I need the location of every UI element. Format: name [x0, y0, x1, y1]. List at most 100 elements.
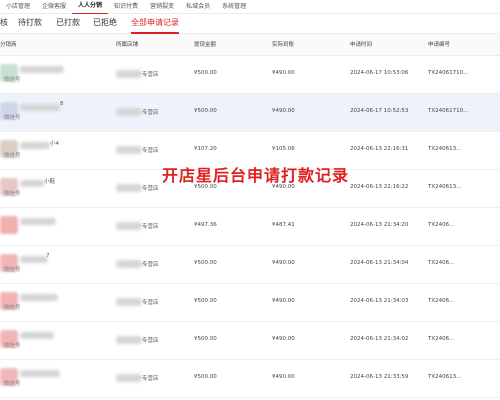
withdraw-amount: ¥107.20: [194, 146, 217, 152]
apply-time: 2024-06-17 10:52:53: [350, 108, 409, 114]
shop-name-suffix: 专营店: [142, 148, 159, 154]
table-header: 分销商 所属店铺 提现金额 实际到账 申请时间 申请编号: [0, 34, 500, 56]
tab-pending-review[interactable]: 核: [0, 14, 8, 32]
actual-received: ¥490.00: [272, 260, 295, 266]
withdraw-amount: ¥497.36: [194, 222, 217, 228]
actual-received: ¥490.00: [272, 70, 295, 76]
distributor-wechat-label: 微信号: [4, 115, 21, 121]
table-row[interactable]: 7 微信号 专营店 ¥500.00 ¥490.00 2024-06-13 21:34:04…: [0, 246, 500, 284]
distributor-wechat-label: 微信号: [4, 381, 21, 387]
column-header-apply-time: 申请时间: [350, 42, 373, 48]
withdraw-amount: ¥500.00: [194, 298, 217, 304]
apply-time: 2024-06-13 21:34:02: [350, 336, 409, 342]
shop-name-redacted: [116, 184, 142, 192]
apply-number: TX240613...: [428, 146, 462, 152]
column-header-apply-number: 申请编号: [428, 42, 451, 48]
withdraw-amount: ¥500.00: [194, 260, 217, 266]
distributor-name-redacted: [20, 218, 56, 225]
distributor-name-suffix: 小4: [50, 141, 59, 147]
nav-item-distribution[interactable]: 人人分销: [72, 0, 109, 15]
table-row[interactable]: 8 微信号 专营店 ¥500.00 ¥490.00 2024-06-17 10:52:53…: [0, 94, 500, 132]
distributor-name-redacted: [20, 180, 44, 187]
actual-received: ¥490.00: [272, 336, 295, 342]
shop-name-suffix: 专营店: [142, 72, 159, 78]
distributor-name-suffix: 7: [46, 253, 50, 259]
actual-received: ¥490.00: [272, 108, 295, 114]
shop-name-redacted: [116, 298, 142, 306]
actual-received: ¥490.00: [272, 374, 295, 380]
nav-item-paid-knowledge[interactable]: 知识付费: [108, 0, 144, 14]
apply-time: 2024-06-17 10:53:06: [350, 70, 409, 76]
distributor-name-redacted: [20, 370, 60, 377]
shop-name-redacted: [116, 146, 142, 154]
nav-item-system-settings[interactable]: 系统管理: [216, 0, 252, 14]
table-row[interactable]: 微信号 专营店 ¥500.00 ¥490.00 2024-06-13 21:33:59 T…: [0, 360, 500, 398]
column-header-actual-received: 实际到账: [272, 42, 295, 48]
shop-name-redacted: [116, 336, 142, 344]
table-row[interactable]: 微信号 专营店 ¥500.00 ¥490.00 2024-06-13 21:34:03 T…: [0, 284, 500, 322]
tab-rejected[interactable]: 已拒绝: [93, 14, 117, 32]
withdraw-amount: ¥500.00: [194, 70, 217, 76]
table-row[interactable]: 微信号 专营店 ¥500.00 ¥490.00 2024-06-13 21:34:02 T…: [0, 322, 500, 360]
apply-number: TX24061710...: [428, 108, 469, 114]
actual-received: ¥490.00: [272, 298, 295, 304]
withdrawal-records-table: 分销商 所属店铺 提现金额 实际到账 申请时间 申请编号 微信号 专营店 ¥500.…: [0, 34, 500, 400]
shop-name-suffix: 专营店: [142, 376, 159, 382]
apply-number: TX240613...: [428, 374, 462, 380]
shop-name-redacted: [116, 222, 142, 230]
nav-item-shop-management[interactable]: 小店管理: [0, 0, 36, 14]
tab-paid[interactable]: 已打款: [56, 14, 80, 32]
distributor-wechat-label: 微信号: [4, 153, 21, 159]
distributor-wechat-label: 微信号: [4, 343, 21, 349]
nav-item-marketing[interactable]: 营销裂变: [144, 0, 180, 14]
apply-number: TX2406...: [428, 260, 455, 266]
distributor-name-redacted: [20, 332, 54, 339]
column-header-shop: 所属店铺: [116, 42, 139, 48]
watermark-caption: 开店星后台申请打款记录: [162, 166, 350, 185]
withdrawal-status-tabs: 核 待打款 已打款 已拒绝 全部申请记录: [0, 14, 500, 34]
avatar: [0, 216, 18, 234]
apply-number: TX2406...: [428, 222, 455, 228]
shop-name-suffix: 专营店: [142, 300, 159, 306]
apply-time: 2024-06-13 21:34:04: [350, 260, 409, 266]
shop-name-suffix: 专营店: [142, 338, 159, 344]
distributor-name-suffix: 8: [60, 101, 64, 107]
distributor-wechat-label: 微信号: [4, 77, 21, 83]
withdraw-amount: ¥500.00: [194, 336, 217, 342]
top-navigation: 小店管理 企微客服 人人分销 知识付费 营销裂变 私域会员 系统管理: [0, 0, 500, 15]
shop-name-redacted: [116, 260, 142, 268]
actual-received: ¥487.41: [272, 222, 295, 228]
withdraw-amount: ¥500.00: [194, 108, 217, 114]
apply-number: TX2406...: [428, 298, 455, 304]
shop-name-suffix: 专营店: [142, 262, 159, 268]
distributor-wechat-label: 微信号: [4, 191, 21, 197]
shop-name-suffix: 专营店: [142, 224, 159, 230]
apply-time: 2024-06-13 21:34:20: [350, 222, 409, 228]
column-header-distributor: 分销商: [0, 42, 17, 48]
tab-all-records[interactable]: 全部申请记录: [131, 14, 179, 34]
distributor-name-redacted: [20, 294, 58, 301]
shop-name-suffix: 专营店: [142, 186, 159, 192]
withdraw-amount: ¥500.00: [194, 374, 217, 380]
table-row[interactable]: 微信号 专营店 ¥500.00 ¥490.00 2024-06-17 10:53:06 T…: [0, 56, 500, 94]
apply-number: TX240613...: [428, 184, 462, 190]
tab-awaiting-payment[interactable]: 待打款: [18, 14, 42, 32]
shop-name-redacted: [116, 374, 142, 382]
apply-number: TX2406...: [428, 336, 455, 342]
column-header-withdraw-amount: 提现金额: [194, 42, 217, 48]
shop-name-redacted: [116, 108, 142, 116]
distributor-name-suffix: 小鞋: [44, 179, 56, 185]
distributor-wechat-label: 微信号: [4, 305, 21, 311]
apply-number: TX24061710...: [428, 70, 469, 76]
apply-time: 2024-06-13 22:16:31: [350, 146, 409, 152]
table-row[interactable]: 专营店 ¥497.36 ¥487.41 2024-06-13 21:34:20 TX24…: [0, 208, 500, 246]
apply-time: 2024-06-13 22:16:22: [350, 184, 409, 190]
apply-time: 2024-06-13 21:34:03: [350, 298, 409, 304]
apply-time: 2024-06-13 21:33:59: [350, 374, 409, 380]
distributor-name-redacted: [20, 142, 50, 149]
distributor-wechat-label: 微信号: [4, 267, 21, 273]
shop-name-redacted: [116, 70, 142, 78]
nav-item-wecom-service[interactable]: 企微客服: [36, 0, 72, 14]
distributor-name-redacted: [20, 104, 60, 111]
nav-item-private-members[interactable]: 私域会员: [180, 0, 216, 14]
